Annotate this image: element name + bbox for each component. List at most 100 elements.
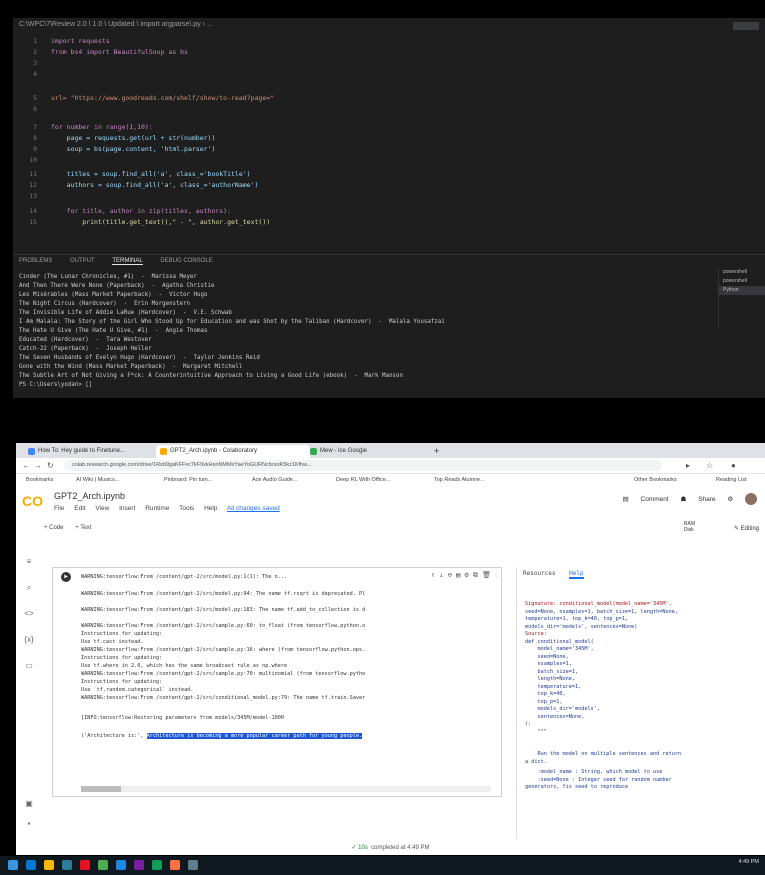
command-palette-icon[interactable]: ▪ — [24, 819, 34, 829]
reload-icon[interactable]: ↻ — [47, 460, 54, 471]
new-tab-button[interactable]: + — [434, 445, 444, 458]
folder-icon[interactable]: ▭ — [24, 661, 34, 671]
copy-icon[interactable]: ⧉ — [473, 571, 478, 579]
menu-runtime[interactable]: Runtime — [145, 505, 169, 512]
status-check: ✓ 10s — [351, 845, 368, 851]
scrollbar-thumb[interactable] — [81, 786, 121, 792]
taskbar-app-icon[interactable] — [62, 860, 72, 870]
arrow-up-icon[interactable]: ↑ — [431, 571, 435, 579]
taskbar-app-icon[interactable] — [98, 860, 108, 870]
bookmark[interactable]: Other Bookmarks — [634, 474, 677, 487]
taskbar-app-icon[interactable] — [170, 860, 180, 870]
vscode-window: C:\WPC\7\Review 2.0 \ 1.0 \ Updated \ im… — [13, 18, 765, 398]
taskbar-clock[interactable]: 4:49 PM — [739, 859, 759, 865]
profile-icon[interactable]: ● — [731, 460, 736, 471]
colab-header: CO GPT2_Arch.ipynb File Edit View Insert… — [16, 487, 765, 539]
taskbar-app-icon[interactable] — [188, 860, 198, 870]
output-cell[interactable]: ▶ ↑ ↓ ⊖ ▤ ⚙ ⧉ 🗑 ⋮ WARNING:tensorflow:Fro… — [52, 567, 502, 797]
tab-help[interactable]: Help — [569, 570, 584, 579]
menu-file[interactable]: File — [54, 505, 64, 512]
code-line: 5 url= "https://www.goodreads.com/shelf/s… — [33, 94, 275, 102]
tab-problems[interactable]: PROBLEMS — [19, 258, 52, 264]
saved-status-link[interactable]: All changes saved — [227, 505, 280, 512]
browser-tab[interactable]: How To: Hey guide to Finetune... — [24, 445, 158, 458]
extension-icon[interactable]: ▸ — [686, 460, 690, 471]
menu-tools[interactable]: Tools — [179, 505, 194, 512]
output-line: WARNING:tensorflow:From /content/gpt-2/s… — [81, 591, 366, 597]
horizontal-scrollbar[interactable] — [81, 786, 491, 792]
bookmark[interactable]: Ace Audio Guide... — [252, 474, 298, 487]
search-icon[interactable]: ⌕ — [24, 583, 34, 593]
terminal-line: I Am Malala: The Story of the Girl Who S… — [19, 319, 445, 325]
arrow-down-icon[interactable]: ↓ — [439, 571, 443, 579]
tab-terminal[interactable]: TERMINAL — [112, 258, 143, 265]
edit-icon[interactable]: ▤ — [456, 571, 460, 579]
link-icon[interactable]: ⊖ — [448, 571, 452, 579]
add-code-button[interactable]: + Code — [44, 525, 64, 531]
terminal-line: And Then There Were None (Paperback) - A… — [19, 283, 215, 289]
taskbar-app-icon[interactable] — [134, 860, 144, 870]
bookmark[interactable]: Top Reads Alumne... — [434, 474, 485, 487]
browser-tab-active[interactable]: GPT2_Arch.ipynb - Colaboratory — [156, 445, 310, 458]
tab-favicon-icon — [28, 448, 35, 455]
help-line: a dict. — [525, 758, 547, 765]
bookmark[interactable]: AI Wiki | Musics... — [76, 474, 119, 487]
menu-help[interactable]: Help — [204, 505, 217, 512]
bookmark[interactable]: Bookmarks — [26, 474, 54, 487]
browser-tab[interactable]: Mew - Ice Google — [306, 445, 440, 458]
star-icon[interactable]: ☆ — [706, 460, 713, 471]
bookmark[interactable]: Reading List — [716, 474, 747, 487]
menu-insert[interactable]: Insert — [119, 505, 135, 512]
tab-debug-console[interactable]: DEBUG CONSOLE — [160, 258, 212, 264]
comment-button[interactable]: ▤ Comment — [623, 496, 669, 503]
taskbar-app-icon[interactable] — [116, 860, 126, 870]
bookmarks-bar: Bookmarks AI Wiki | Musics... Pinboard: … — [16, 474, 765, 488]
gear-icon[interactable]: ⚙ — [727, 496, 733, 503]
tab-resources[interactable]: Resources — [523, 570, 556, 577]
taskbar-app-icon[interactable] — [44, 860, 54, 870]
menu-icon[interactable]: ≡ — [24, 557, 34, 567]
highlighted-text[interactable]: Architecture is becoming a more popular … — [146, 733, 363, 739]
vscode-breadcrumb[interactable]: C:\WPC\7\Review 2.0 \ 1.0 \ Updated \ im… — [13, 18, 765, 31]
code-snippets-icon[interactable]: <> — [24, 609, 34, 619]
code-editor[interactable]: 1 import requests 2 from bs4 import Beauti… — [13, 32, 765, 242]
editing-toggle[interactable]: ✎ Editing — [734, 525, 759, 532]
tab-output[interactable]: OUTPUT — [70, 258, 95, 264]
code-line: 13 — [29, 192, 37, 200]
taskbar-app-icon[interactable] — [80, 860, 90, 870]
run-icon[interactable]: ▶ — [61, 572, 71, 582]
terminal-output[interactable]: Cinder (The Lunar Chronicles, #1) - Mari… — [13, 273, 713, 393]
bookmark[interactable]: Deep RL With Office... — [336, 474, 390, 487]
terminal-item-python[interactable]: Python — [719, 286, 765, 295]
cell-toolbar: + Code + Text — [44, 525, 101, 531]
share-button[interactable]: ☗ Share — [681, 496, 716, 503]
menu-edit[interactable]: Edit — [74, 505, 85, 512]
terminal-prompt[interactable]: PS C:\Users\yodan> [] — [19, 381, 92, 390]
variables-icon[interactable]: {x} — [24, 635, 34, 645]
taskbar-app-icon[interactable] — [26, 860, 36, 870]
back-icon[interactable]: ← — [22, 460, 30, 471]
terminal-icon[interactable]: ▣ — [24, 799, 34, 809]
more-icon[interactable]: ⋮ — [495, 571, 497, 579]
resource-indicator[interactable]: RAM Disk — [684, 521, 695, 533]
minimap[interactable] — [733, 22, 759, 30]
forward-icon[interactable]: → — [34, 460, 42, 471]
code-line: 12 authors = soup.find_all('a', class_='… — [29, 181, 259, 189]
notebook-title[interactable]: GPT2_Arch.ipynb — [54, 491, 125, 501]
output-line: WARNING:tensorflow:From /content/gpt-2/s… — [81, 695, 366, 701]
delete-icon[interactable]: 🗑 — [482, 571, 491, 579]
menu-view[interactable]: View — [95, 505, 109, 512]
help-line: :seed=None : Integer seed for random num… — [525, 776, 672, 783]
bookmark[interactable]: Pinboard: Pin tum... — [164, 474, 212, 487]
help-panel: Resources Help Signature: conditional_mo… — [516, 567, 765, 839]
add-text-button[interactable]: + Text — [75, 525, 91, 531]
taskbar-app-icon[interactable] — [152, 860, 162, 870]
url-input[interactable]: colab.research.google.com/drive/1Rsb9gaK… — [64, 460, 662, 471]
windows-start-icon[interactable] — [8, 860, 18, 870]
terminal-item-powershell[interactable]: powershell — [719, 277, 765, 286]
terminal-item-powershell[interactable]: powershell — [719, 268, 765, 277]
code-line: 6 — [33, 105, 37, 113]
settings-icon[interactable]: ⚙ — [464, 571, 468, 579]
colab-logo[interactable]: CO — [22, 493, 43, 509]
avatar[interactable] — [745, 493, 757, 505]
